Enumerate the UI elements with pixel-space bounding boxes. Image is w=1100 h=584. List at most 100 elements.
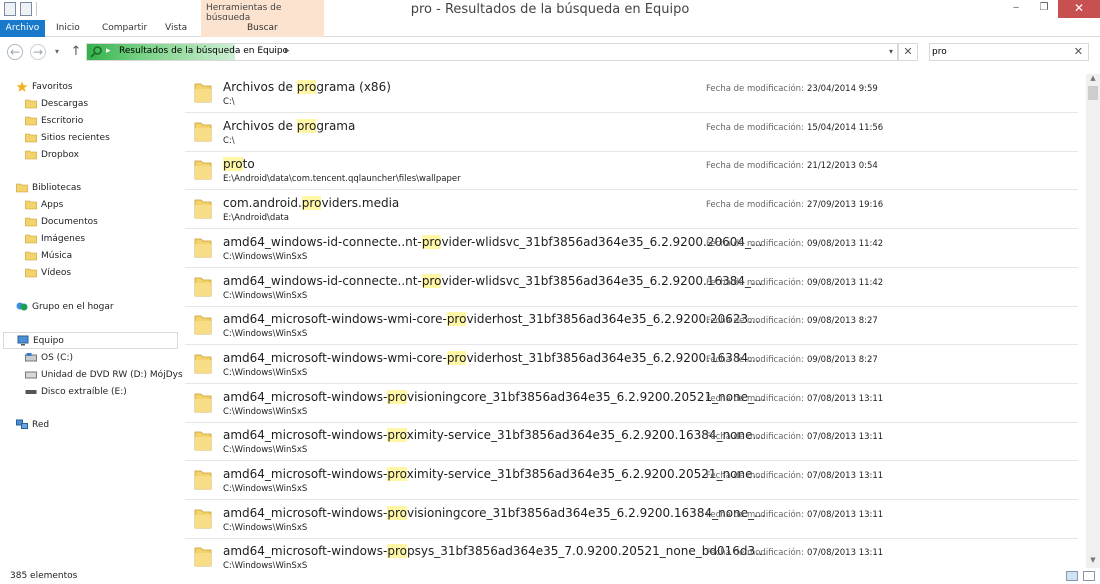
nav-group-grupo-en-el-hogar[interactable]: Grupo en el hogar xyxy=(3,298,114,315)
result-path: C:\Windows\WinSxS xyxy=(223,484,308,494)
result-row[interactable]: amd64_microsoft-windows-propsys_31bf3856… xyxy=(185,538,1078,568)
scrollbar-thumb[interactable] xyxy=(1088,86,1098,100)
desktop-icon xyxy=(25,115,37,126)
nav-item-apps[interactable]: Apps xyxy=(25,196,63,213)
result-path: E:\Android\data\com.tencent.qqlauncher\f… xyxy=(223,174,461,184)
tab-buscar[interactable]: Buscar xyxy=(247,20,278,37)
search-match-highlight: pro xyxy=(446,312,467,326)
result-row[interactable]: amd64_microsoft-windows-proximity-servic… xyxy=(185,422,1078,461)
up-arrow-icon[interactable]: ↑ xyxy=(68,44,84,60)
nav-group-red[interactable]: Red xyxy=(3,416,49,433)
result-name: amd64_windows-id-connecte..nt-provider-w… xyxy=(223,274,763,288)
result-row[interactable]: Archivos de programa C:\ Fecha de modifica… xyxy=(185,113,1078,152)
vertical-scrollbar[interactable]: ▲ ▼ xyxy=(1086,74,1100,568)
nav-group-favoritos[interactable]: Favoritos xyxy=(3,78,73,95)
result-name: amd64_microsoft-windows-provisioningcore… xyxy=(223,390,766,404)
result-path: C:\ xyxy=(223,136,235,146)
tab-compartir[interactable]: Compartir xyxy=(102,20,147,37)
result-row[interactable]: amd64_microsoft-windows-wmi-core-provide… xyxy=(185,306,1078,345)
scroll-down-icon[interactable]: ▼ xyxy=(1086,556,1100,568)
result-path: C:\Windows\WinSxS xyxy=(223,291,308,301)
nav-item-label: Descargas xyxy=(41,98,89,109)
nav-group-bibliotecas[interactable]: Bibliotecas xyxy=(3,179,81,196)
modified-date: 07/08/2013 13:11 xyxy=(807,471,884,481)
result-path: C:\ xyxy=(223,97,235,107)
modified-date: 09/08/2013 8:27 xyxy=(807,316,878,326)
nav-item-documentos[interactable]: Documentos xyxy=(25,213,98,230)
forward-arrow-icon[interactable]: → xyxy=(30,44,46,60)
recent-locations-chevron-icon[interactable]: ▾ xyxy=(52,44,62,60)
details-view-icon[interactable] xyxy=(1066,571,1078,581)
nav-group-label: Bibliotecas xyxy=(32,182,82,193)
nav-group-equipo[interactable]: Equipo xyxy=(3,332,178,349)
result-name: amd64_microsoft-windows-proximity-servic… xyxy=(223,467,764,481)
search-match-highlight: pro xyxy=(446,351,467,365)
result-row[interactable]: com.android.providers.media E:\Android\da… xyxy=(185,190,1078,229)
maximize-button[interactable]: ❐ xyxy=(1030,0,1058,18)
result-row[interactable]: amd64_microsoft-windows-provisioningcore… xyxy=(185,500,1078,539)
downloads-icon xyxy=(25,98,37,109)
nav-item-im-genes[interactable]: Imágenes xyxy=(25,230,85,247)
nav-item-sitios-recientes[interactable]: Sitios recientes xyxy=(25,129,110,146)
libraries-icon xyxy=(16,182,28,193)
minimize-button[interactable]: ‒ xyxy=(1002,0,1030,18)
nav-item-m-sica[interactable]: Música xyxy=(25,247,72,264)
folder-icon xyxy=(194,354,212,374)
nav-item-label: Dropbox xyxy=(41,149,79,160)
result-row[interactable]: amd64_microsoft-windows-proximity-servic… xyxy=(185,461,1078,500)
tab-vista[interactable]: Vista xyxy=(165,20,187,37)
breadcrumb-chevron-icon[interactable]: ▸ xyxy=(285,46,290,56)
result-name: amd64_windows-id-connecte..nt-provider-w… xyxy=(223,235,763,249)
nav-item-escritorio[interactable]: Escritorio xyxy=(25,112,83,129)
search-match-highlight: pro xyxy=(296,119,317,133)
search-match-highlight: pro xyxy=(387,428,407,442)
modified-label: Fecha de modificación: xyxy=(706,200,804,210)
result-name: amd64_microsoft-windows-wmi-core-provide… xyxy=(223,312,760,326)
result-path: C:\Windows\WinSxS xyxy=(223,368,308,378)
close-button[interactable]: ✕ xyxy=(1058,0,1100,18)
folder-icon xyxy=(25,199,37,210)
search-input[interactable] xyxy=(932,45,1072,59)
navigation-pane: Favoritos Descargas Escritorio Sitios recie… xyxy=(0,74,183,564)
modified-date: 09/08/2013 8:27 xyxy=(807,355,878,365)
stop-search-button[interactable]: ✕ xyxy=(898,43,918,61)
nav-group-label: Favoritos xyxy=(32,81,73,92)
result-row[interactable]: amd64_windows-id-connecte..nt-provider-w… xyxy=(185,229,1078,268)
tab-archivo[interactable]: Archivo xyxy=(0,20,45,37)
scroll-up-icon[interactable]: ▲ xyxy=(1086,74,1100,86)
nav-item-disco-extra-ble-e-[interactable]: Disco extraíble (E:) xyxy=(25,383,127,400)
address-dropdown-icon[interactable]: ▾ xyxy=(889,47,893,56)
nav-item-descargas[interactable]: Descargas xyxy=(25,95,88,112)
modified-label: Fecha de modificación: xyxy=(706,239,804,249)
result-row[interactable]: amd64_windows-id-connecte..nt-provider-w… xyxy=(185,268,1078,307)
result-row[interactable]: proto E:\Android\data\com.tencent.qqlaunc… xyxy=(185,151,1078,190)
result-row[interactable]: amd64_microsoft-windows-wmi-core-provide… xyxy=(185,345,1078,384)
address-bar[interactable]: ▸ Resultados de la búsqueda en Equipo ▸ … xyxy=(86,43,898,61)
modified-date: 23/04/2014 9:59 xyxy=(807,84,878,94)
breadcrumb[interactable]: Resultados de la búsqueda en Equipo xyxy=(119,46,288,56)
breadcrumb-separator-icon[interactable]: ▸ xyxy=(106,46,111,56)
result-row[interactable]: amd64_microsoft-windows-provisioningcore… xyxy=(185,384,1078,423)
nav-item-label: Sitios recientes xyxy=(41,132,110,143)
modified-date: 07/08/2013 13:11 xyxy=(807,394,884,404)
folder-icon xyxy=(194,315,212,335)
nav-item-os-c-[interactable]: OS (C:) xyxy=(25,349,73,366)
search-match-highlight: pro xyxy=(223,157,243,171)
back-arrow-icon[interactable]: ← xyxy=(7,44,23,60)
nav-item-unidad-de-dvd-rw-d-m-jdys[interactable]: Unidad de DVD RW (D:) MójDys xyxy=(25,366,183,383)
search-box[interactable]: ✕ xyxy=(929,43,1089,61)
nav-item-v-deos[interactable]: Vídeos xyxy=(25,264,71,281)
large-icons-view-icon[interactable] xyxy=(1083,571,1095,581)
status-bar: 385 elementos xyxy=(0,568,1100,584)
clear-search-icon[interactable]: ✕ xyxy=(1074,45,1083,58)
result-name: amd64_microsoft-windows-wmi-core-provide… xyxy=(223,351,760,365)
result-row[interactable]: Archivos de programa (x86) C:\ Fecha de mo… xyxy=(185,74,1078,113)
result-path: C:\Windows\WinSxS xyxy=(223,445,308,455)
nav-item-label: Disco extraíble (E:) xyxy=(41,386,127,397)
nav-item-label: Música xyxy=(41,250,73,261)
nav-item-dropbox[interactable]: Dropbox xyxy=(25,146,79,163)
nav-item-label: Documentos xyxy=(41,216,98,227)
result-path: C:\Windows\WinSxS xyxy=(223,523,308,533)
folder-icon xyxy=(194,547,212,567)
tab-inicio[interactable]: Inicio xyxy=(56,20,80,37)
